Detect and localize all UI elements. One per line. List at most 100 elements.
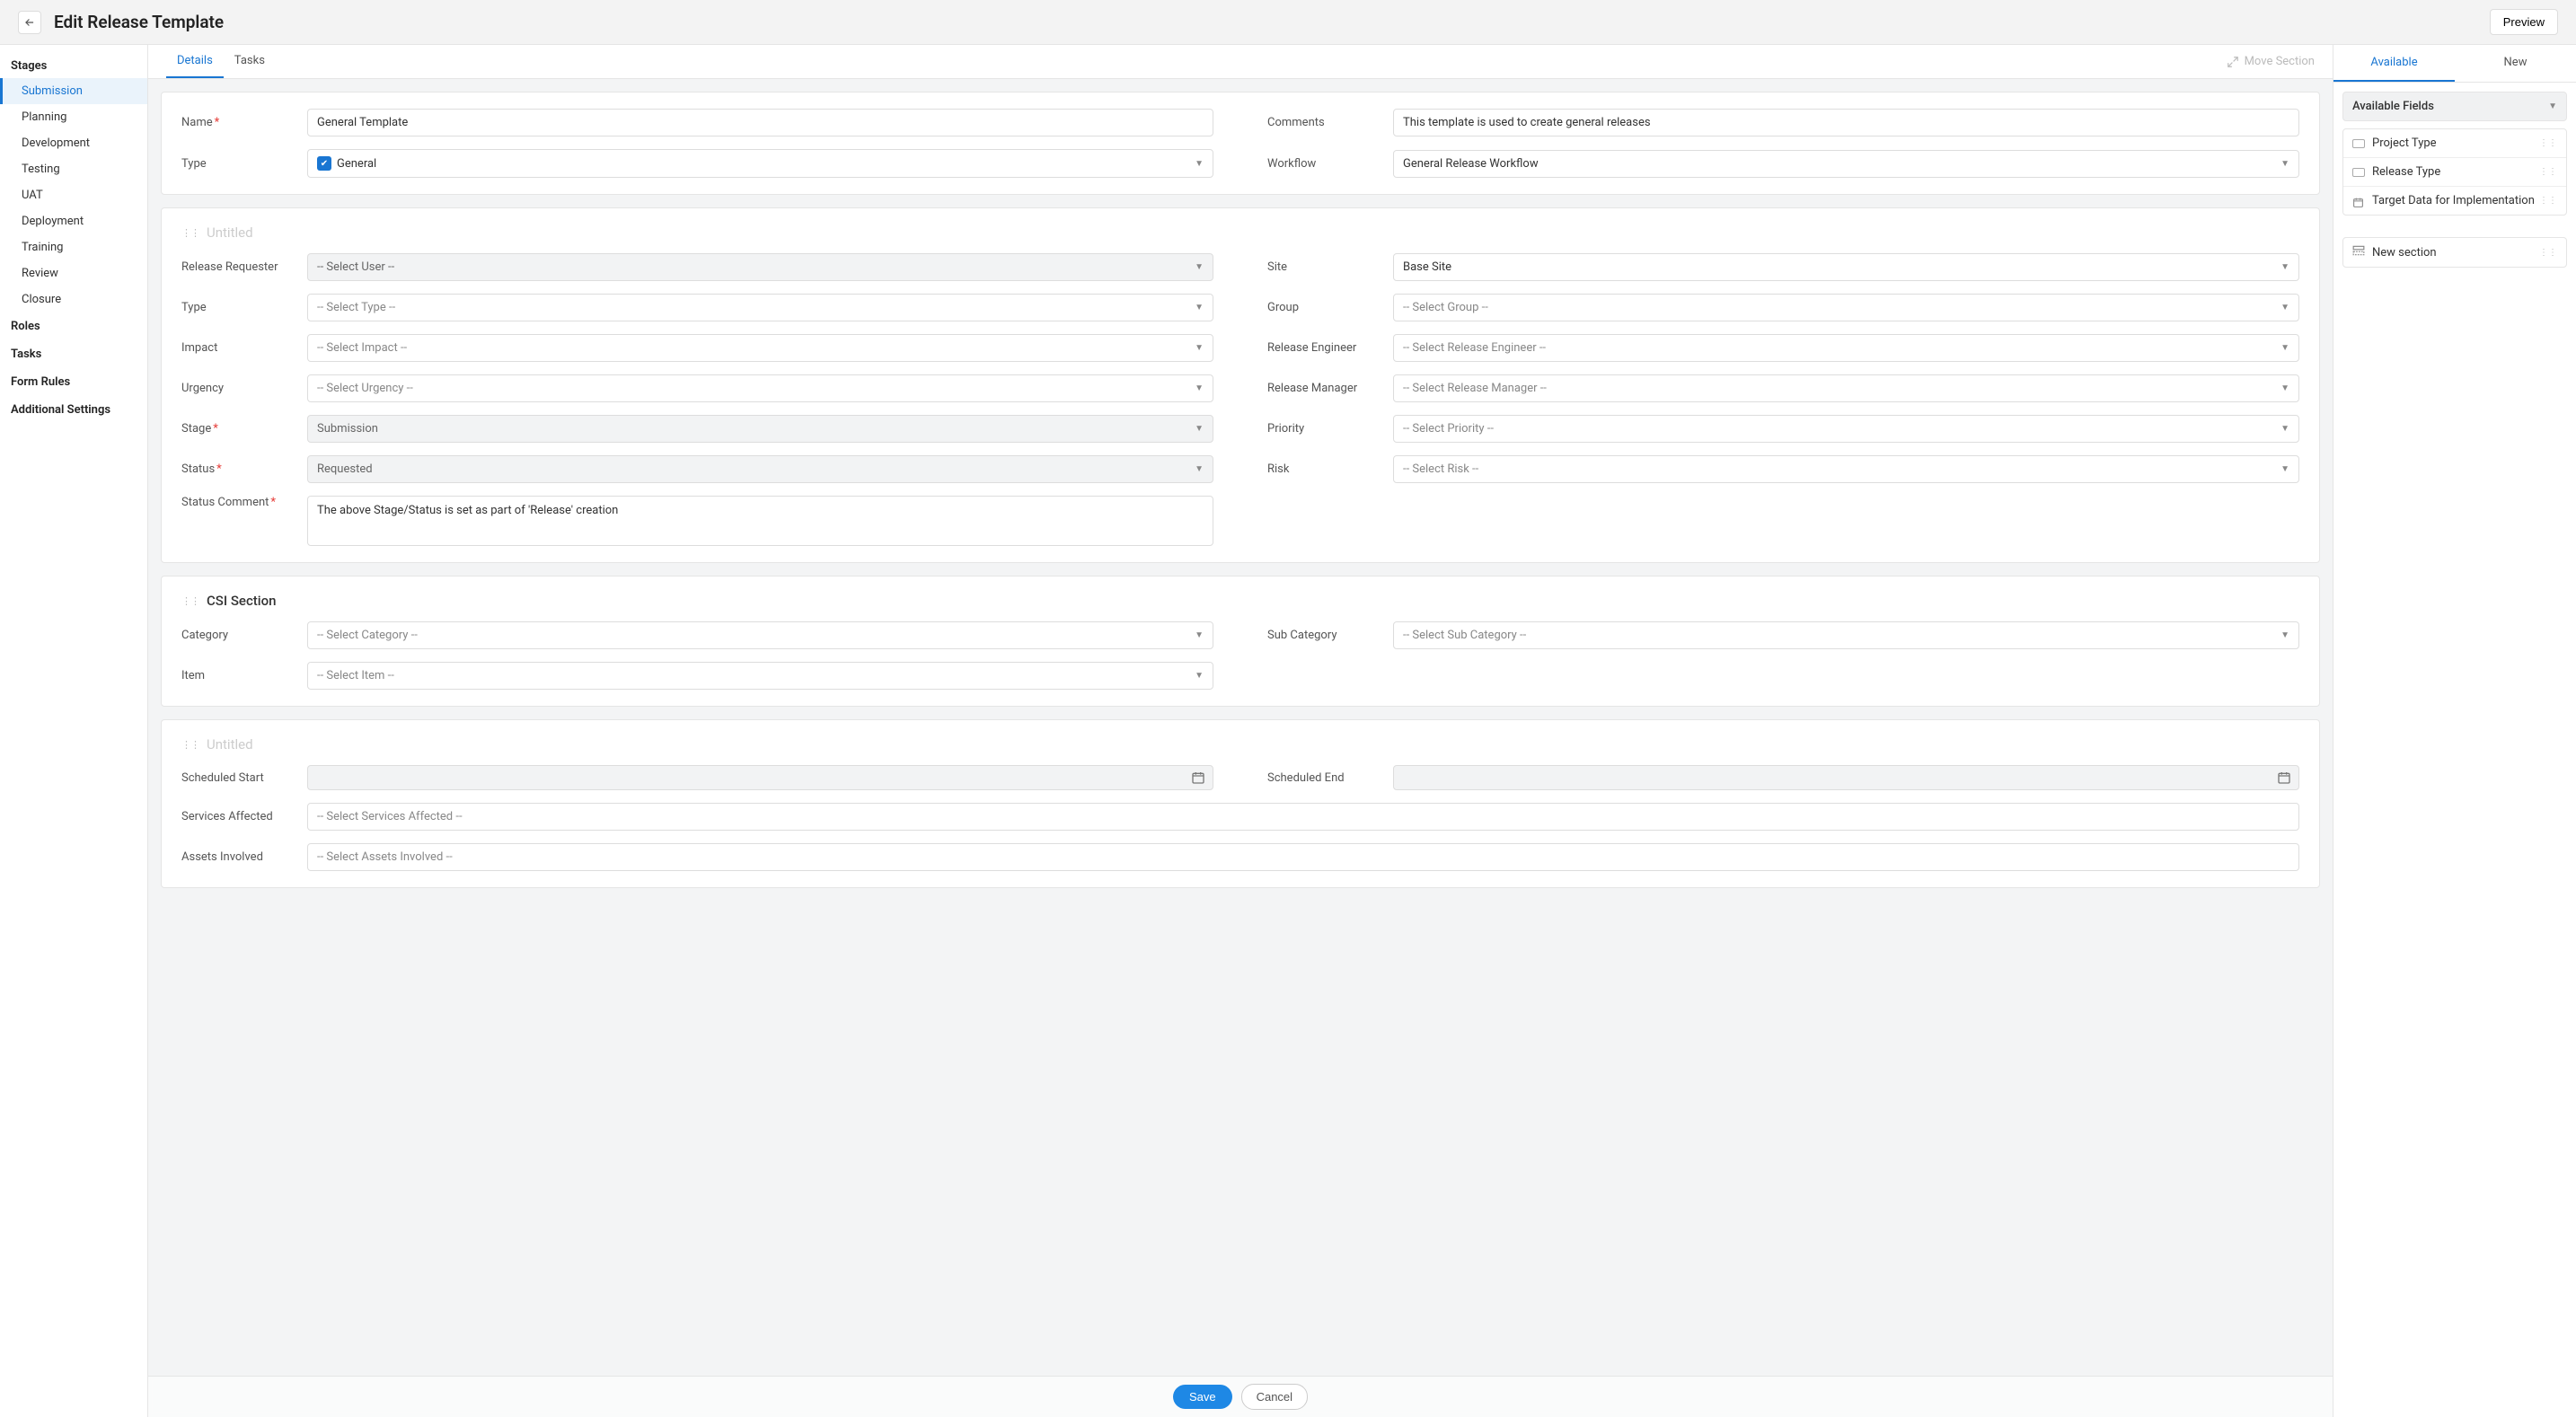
select-group[interactable]: -- Select Group -- ▼	[1393, 294, 2299, 321]
sidebar-item-form-rules[interactable]: Form Rules	[0, 368, 147, 396]
date-field-icon	[2352, 197, 2365, 206]
select-release-manager[interactable]: -- Select Release Manager -- ▼	[1393, 374, 2299, 402]
arrow-left-icon	[23, 16, 36, 29]
chevron-down-icon: ▼	[2280, 159, 2289, 169]
select-sub-category[interactable]: -- Select Sub Category -- ▼	[1393, 621, 2299, 649]
label-priority: Priority	[1267, 422, 1393, 436]
select-site[interactable]: Base Site ▼	[1393, 253, 2299, 281]
select-risk[interactable]: -- Select Risk -- ▼	[1393, 455, 2299, 483]
chevron-down-icon: ▼	[1195, 464, 1204, 474]
sidebar-item-closure[interactable]: Closure	[0, 286, 147, 312]
shield-icon: ✔	[317, 156, 331, 171]
chevron-down-icon: ▼	[2280, 262, 2289, 272]
chevron-down-icon: ▼	[1195, 262, 1204, 272]
label-stage: Stage*	[181, 422, 307, 436]
select-type2[interactable]: -- Select Type -- ▼	[307, 294, 1213, 321]
sidebar-item-testing[interactable]: Testing	[0, 156, 147, 182]
sidebar-item-roles[interactable]: Roles	[0, 312, 147, 340]
sidebar: Stages Submission Planning Development T…	[0, 45, 148, 1417]
new-section-item[interactable]: New section ⋮⋮	[2342, 237, 2567, 268]
sidebar-item-development[interactable]: Development	[0, 130, 147, 156]
move-section-button[interactable]: Move Section	[2227, 55, 2315, 68]
field-item-project-type[interactable]: Project Type ⋮⋮	[2343, 129, 2566, 158]
sidebar-item-deployment[interactable]: Deployment	[0, 208, 147, 234]
select-type[interactable]: ✔General ▼	[307, 149, 1213, 178]
cancel-button[interactable]: Cancel	[1241, 1384, 1308, 1410]
sidebar-item-planning[interactable]: Planning	[0, 104, 147, 130]
label-status: Status*	[181, 462, 307, 476]
select-category[interactable]: -- Select Category -- ▼	[307, 621, 1213, 649]
calendar-icon	[2277, 770, 2291, 785]
available-fields-header[interactable]: Available Fields ▼	[2342, 92, 2567, 121]
select-impact[interactable]: -- Select Impact -- ▼	[307, 334, 1213, 362]
sidebar-item-training[interactable]: Training	[0, 234, 147, 260]
section-untitled-2: ⋮⋮ Untitled Scheduled Start Scheduled En…	[161, 719, 2320, 888]
move-section-label: Move Section	[2245, 55, 2315, 68]
input-scheduled-end[interactable]	[1393, 765, 2299, 790]
main-area: Details Tasks Move Section Name* General…	[148, 45, 2333, 1417]
label-workflow: Workflow	[1267, 157, 1393, 171]
sidebar-heading-stages: Stages	[0, 54, 147, 78]
save-button[interactable]: Save	[1173, 1385, 1232, 1409]
select-priority[interactable]: -- Select Priority -- ▼	[1393, 415, 2299, 443]
input-scheduled-start[interactable]	[307, 765, 1213, 790]
chevron-down-icon: ▼	[2548, 101, 2557, 111]
sidebar-item-review[interactable]: Review	[0, 260, 147, 286]
right-tab-new[interactable]: New	[2455, 45, 2576, 82]
section-title-csi: CSI Section	[207, 593, 276, 609]
field-item-label: Release Type	[2372, 165, 2440, 179]
select-release-requester[interactable]: -- Select User -- ▼	[307, 253, 1213, 281]
tab-details[interactable]: Details	[166, 45, 224, 78]
preview-button[interactable]: Preview	[2490, 9, 2558, 35]
label-item: Item	[181, 669, 307, 682]
top-header: Edit Release Template Preview	[0, 0, 2576, 45]
sidebar-item-additional-settings[interactable]: Additional Settings	[0, 396, 147, 424]
page-title: Edit Release Template	[54, 12, 224, 32]
select-item[interactable]: -- Select Item -- ▼	[307, 662, 1213, 690]
text-field-icon	[2352, 168, 2365, 177]
textarea-status-comment[interactable]: The above Stage/Status is set as part of…	[307, 496, 1213, 546]
chevron-down-icon: ▼	[2280, 303, 2289, 312]
label-assets-involved: Assets Involved	[181, 850, 307, 864]
select-release-engineer[interactable]: -- Select Release Engineer -- ▼	[1393, 334, 2299, 362]
input-name[interactable]: General Template	[307, 109, 1213, 136]
drag-handle-icon[interactable]: ⋮⋮	[2539, 138, 2557, 148]
sidebar-item-submission[interactable]: Submission	[0, 78, 147, 104]
label-name: Name*	[181, 116, 307, 129]
input-comments[interactable]: This template is used to create general …	[1393, 109, 2299, 136]
drag-handle-icon[interactable]: ⋮⋮	[181, 595, 199, 607]
label-urgency: Urgency	[181, 382, 307, 395]
drag-handle-icon[interactable]: ⋮⋮	[181, 739, 199, 751]
field-item-release-type[interactable]: Release Type ⋮⋮	[2343, 158, 2566, 187]
label-category: Category	[181, 629, 307, 642]
label-scheduled-start: Scheduled Start	[181, 771, 307, 785]
sidebar-item-uat[interactable]: UAT	[0, 182, 147, 208]
back-button[interactable]	[18, 11, 41, 34]
drag-handle-icon[interactable]: ⋮⋮	[2539, 248, 2557, 258]
label-group: Group	[1267, 301, 1393, 314]
drag-handle-icon[interactable]: ⋮⋮	[2539, 196, 2557, 206]
drag-handle-icon[interactable]: ⋮⋮	[2539, 167, 2557, 177]
field-item-target-data[interactable]: Target Data for Implementation ⋮⋮	[2343, 187, 2566, 215]
label-comments: Comments	[1267, 116, 1393, 129]
sidebar-item-tasks[interactable]: Tasks	[0, 340, 147, 368]
select-workflow[interactable]: General Release Workflow ▼	[1393, 150, 2299, 178]
main-content: Name* General Template Comments This tem…	[148, 79, 2333, 1417]
select-status[interactable]: Requested ▼	[307, 455, 1213, 483]
drag-handle-icon[interactable]: ⋮⋮	[181, 227, 199, 239]
label-release-engineer: Release Engineer	[1267, 341, 1393, 355]
chevron-down-icon: ▼	[1195, 630, 1204, 640]
tab-tasks[interactable]: Tasks	[224, 45, 276, 78]
select-urgency[interactable]: -- Select Urgency -- ▼	[307, 374, 1213, 402]
right-tab-available[interactable]: Available	[2333, 45, 2455, 82]
label-site: Site	[1267, 260, 1393, 274]
section-untitled-1: ⋮⋮ Untitled Release Requester -- Select …	[161, 207, 2320, 563]
select-stage[interactable]: Submission ▼	[307, 415, 1213, 443]
section-title: Untitled	[207, 736, 253, 753]
chevron-down-icon: ▼	[1195, 383, 1204, 393]
move-section-icon	[2227, 56, 2239, 68]
chevron-down-icon: ▼	[1195, 671, 1204, 681]
input-services-affected[interactable]: -- Select Services Affected --	[307, 803, 2299, 831]
label-type: Type	[181, 157, 307, 171]
input-assets-involved[interactable]: -- Select Assets Involved --	[307, 843, 2299, 871]
